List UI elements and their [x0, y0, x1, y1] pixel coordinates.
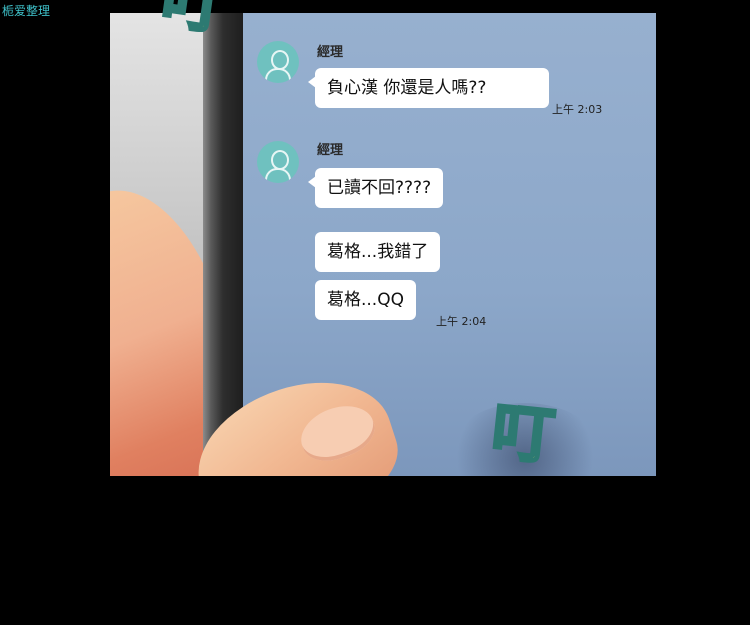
phone-edge	[203, 13, 243, 476]
sound-effect-top: 叮	[156, 0, 231, 44]
message-bubble: 已讀不回????	[307, 168, 444, 208]
watermark: 栀爱整理	[2, 4, 51, 18]
sender-avatar-icon	[257, 41, 299, 83]
sender-name: 經理	[317, 45, 344, 60]
message-time: 上午 2:03	[552, 103, 603, 116]
message-bubble: 負心漢 你還是人嗎??	[308, 68, 549, 108]
message-time: 上午 2:04	[436, 315, 487, 328]
message-bubble: 葛格...QQ	[315, 280, 416, 320]
sound-effect-bottom: 叮	[487, 392, 559, 474]
sender-avatar-icon	[257, 141, 299, 183]
message-bubble: 葛格...我錯了	[315, 232, 441, 272]
comic-panel: 經理 負心漢 你還是人嗎?? 上午 2:03 經理 已讀不回???? 葛格...…	[110, 13, 656, 476]
sender-name: 經理	[317, 143, 344, 158]
